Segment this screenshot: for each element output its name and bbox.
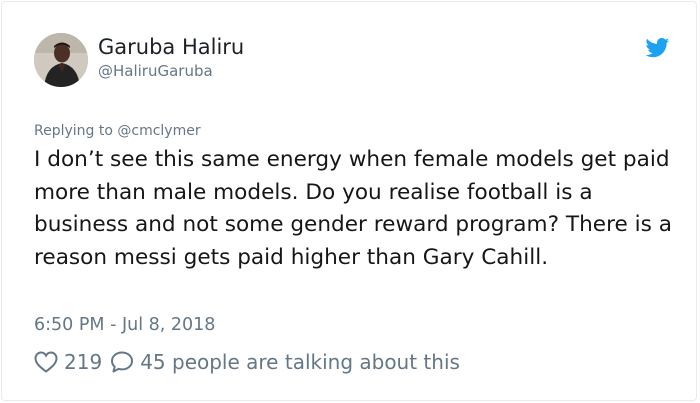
twitter-bird-icon[interactable]	[645, 38, 670, 58]
comment-bubble-icon[interactable]	[110, 351, 134, 373]
talking-count[interactable]: 45 people are talking about this	[140, 350, 460, 374]
heart-icon[interactable]	[34, 351, 58, 373]
avatar[interactable]	[34, 33, 88, 87]
engagement-bar: 219 45 people are talking about this	[34, 348, 460, 376]
like-count[interactable]: 219	[64, 350, 102, 374]
avatar-photo	[34, 33, 88, 87]
user-handle[interactable]: @HaliruGaruba	[98, 62, 213, 80]
tweet-text: I don’t see this same energy when female…	[34, 147, 672, 270]
timestamp[interactable]: 6:50 PM - Jul 8, 2018	[34, 315, 215, 336]
display-name[interactable]: Garuba Haliru	[98, 34, 244, 60]
replying-to[interactable]: Replying to @cmclymer	[34, 123, 201, 140]
tweet-card: Garuba Haliru @HaliruGaruba Replying to …	[1, 1, 697, 401]
